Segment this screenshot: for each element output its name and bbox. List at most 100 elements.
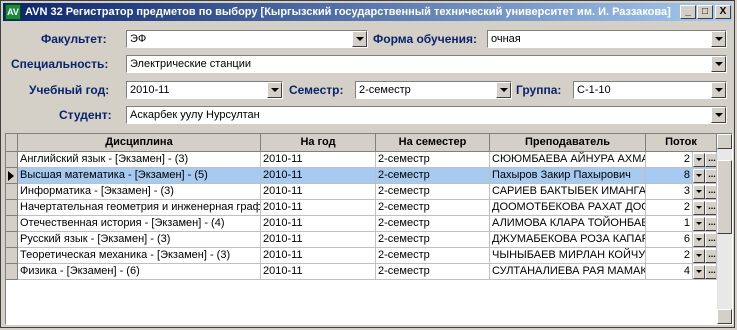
table-row[interactable]: Теоретическая механика - [Экзамен] - (3)…	[6, 248, 717, 264]
potok-dropdown-icon[interactable]	[693, 201, 705, 215]
cell-teacher[interactable]: ДООМОТБЕКОВА РАХАТ ДООМ	[490, 200, 646, 216]
ellipsis-button[interactable]: ...	[705, 217, 716, 231]
ellipsis-button[interactable]: ...	[705, 185, 716, 199]
cell-teacher[interactable]: САРИЕВ БАКТЫБЕК ИМАНГАЗИ	[490, 184, 646, 200]
student-combo[interactable]: Аскарбек уулу Нурсултан	[126, 106, 727, 124]
header-semester[interactable]: На семестер	[376, 134, 490, 152]
header-teacher[interactable]: Преподаватель	[490, 134, 646, 152]
cell-year[interactable]: 2010-11	[261, 152, 376, 168]
minimize-button[interactable]: _	[680, 5, 696, 19]
cell-discipline[interactable]: Теоретическая механика - [Экзамен] - (3)	[18, 248, 261, 264]
potok-dropdown-icon[interactable]	[693, 185, 705, 199]
scroll-up-button[interactable]	[717, 134, 732, 149]
table-row[interactable]: Высшая математика - [Экзамен] - (5) 2010-…	[6, 168, 717, 184]
cell-year[interactable]: 2010-11	[261, 168, 376, 184]
cell-teacher[interactable]: СЮЮМБАЕВА АЙНУРА АХМАТБЕ	[490, 152, 646, 168]
cell-year[interactable]: 2010-11	[261, 184, 376, 200]
cell-semester[interactable]: 2-семестр	[376, 184, 490, 200]
row-indicator[interactable]	[6, 168, 18, 184]
cell-year[interactable]: 2010-11	[261, 248, 376, 264]
year-combo[interactable]: 2010-11	[126, 81, 283, 99]
row-indicator[interactable]	[6, 264, 18, 280]
faculty-combo[interactable]: ЭФ	[126, 30, 368, 48]
table-row[interactable]: Начертательная геометрия и инженерная гр…	[6, 200, 717, 216]
potok-dropdown-icon[interactable]	[693, 233, 705, 247]
cell-teacher[interactable]: Пахыров Закир Пахырович	[490, 168, 646, 184]
cell-potok[interactable]: 2	[646, 152, 693, 168]
cell-potok[interactable]: 2	[646, 248, 693, 264]
cell-potok[interactable]: 4	[646, 264, 693, 280]
cell-potok[interactable]: 6	[646, 232, 693, 248]
row-indicator[interactable]	[6, 152, 18, 168]
semester-combo[interactable]: 2-семестр	[355, 81, 512, 99]
cell-semester[interactable]: 2-семестр	[376, 168, 490, 184]
ellipsis-button[interactable]: ...	[705, 201, 716, 215]
potok-dropdown-icon[interactable]	[693, 169, 705, 183]
row-indicator[interactable]	[6, 200, 18, 216]
cell-semester[interactable]: 2-семестр	[376, 200, 490, 216]
row-indicator[interactable]	[6, 248, 18, 264]
cell-year[interactable]: 2010-11	[261, 200, 376, 216]
cell-discipline[interactable]: Английский язык - [Экзамен] - (3)	[18, 152, 261, 168]
specialty-combo[interactable]: Электрические станции	[126, 55, 727, 73]
ellipsis-button[interactable]: ...	[705, 233, 716, 247]
close-button[interactable]: X	[715, 5, 731, 19]
ellipsis-button[interactable]: ...	[705, 153, 716, 167]
cell-discipline[interactable]: Физика - [Экзамен] - (6)	[18, 264, 261, 280]
table-row[interactable]: Отечественная история - [Экзамен] - (4) 2…	[6, 216, 717, 232]
potok-dropdown-icon[interactable]	[693, 217, 705, 231]
group-dropdown-icon[interactable]	[711, 82, 726, 98]
cell-potok[interactable]: 2	[646, 200, 693, 216]
table-row[interactable]: Информатика - [Экзамен] - (3) 2010-11 2-се…	[6, 184, 717, 200]
cell-discipline[interactable]: Русский язык - [Экзамен] - (3)	[18, 232, 261, 248]
cell-semester[interactable]: 2-семестр	[376, 264, 490, 280]
cell-discipline[interactable]: Высшая математика - [Экзамен] - (5)	[18, 168, 261, 184]
faculty-dropdown-icon[interactable]	[352, 31, 367, 47]
scroll-down-button[interactable]	[717, 309, 732, 324]
cell-potok[interactable]: 8	[646, 168, 693, 184]
title-bar[interactable]: AV AVN 32 Регистратор предметов по выбор…	[3, 3, 732, 21]
table-row[interactable]: Русский язык - [Экзамен] - (3) 2010-11 2-с…	[6, 232, 717, 248]
row-indicator[interactable]	[6, 232, 18, 248]
cell-year[interactable]: 2010-11	[261, 216, 376, 232]
specialty-dropdown-icon[interactable]	[711, 56, 726, 72]
cell-discipline[interactable]: Отечественная история - [Экзамен] - (4)	[18, 216, 261, 232]
cell-semester[interactable]: 2-семестр	[376, 216, 490, 232]
study-form-dropdown-icon[interactable]	[711, 31, 726, 47]
ellipsis-button[interactable]: ...	[705, 169, 716, 183]
row-indicator[interactable]	[6, 216, 18, 232]
cell-teacher[interactable]: ДЖУМАБЕКОВА РОЗА КАПАРО	[490, 232, 646, 248]
cell-year[interactable]: 2010-11	[261, 264, 376, 280]
ellipsis-button[interactable]: ...	[705, 249, 716, 263]
table-row[interactable]: Английский язык - [Экзамен] - (3) 2010-11…	[6, 152, 717, 168]
cell-potok[interactable]: 3	[646, 184, 693, 200]
header-discipline[interactable]: Дисциплина	[18, 134, 261, 152]
potok-dropdown-icon[interactable]	[693, 265, 705, 279]
student-dropdown-icon[interactable]	[711, 107, 726, 123]
group-combo[interactable]: С-1-10	[573, 81, 727, 99]
header-year[interactable]: На год	[261, 134, 376, 152]
potok-dropdown-icon[interactable]	[693, 153, 705, 167]
cell-teacher[interactable]: СУЛТАНАЛИЕВА РАЯ МАМАКЕЕ	[490, 264, 646, 280]
table-row[interactable]: Физика - [Экзамен] - (6) 2010-11 2-семестр…	[6, 264, 717, 280]
cell-discipline[interactable]: Начертательная геометрия и инженерная гр…	[18, 200, 261, 216]
cell-semester[interactable]: 2-семестр	[376, 248, 490, 264]
potok-dropdown-icon[interactable]	[693, 249, 705, 263]
cell-discipline[interactable]: Информатика - [Экзамен] - (3)	[18, 184, 261, 200]
header-potok[interactable]: Поток	[646, 134, 717, 152]
cell-semester[interactable]: 2-семестр	[376, 152, 490, 168]
row-indicator[interactable]	[6, 184, 18, 200]
vertical-scrollbar[interactable]	[717, 134, 732, 324]
maximize-button[interactable]: □	[697, 5, 713, 19]
disciplines-grid[interactable]: Дисциплина На год На семестер Преподават…	[5, 133, 733, 325]
year-dropdown-icon[interactable]	[267, 82, 282, 98]
cell-teacher[interactable]: АЛИМОВА КЛАРА ТОЙОНБАЕВА	[490, 216, 646, 232]
cell-potok[interactable]: 1	[646, 216, 693, 232]
ellipsis-button[interactable]: ...	[705, 265, 716, 279]
cell-teacher[interactable]: ЧЫНЫБАЕВ МИРЛАН КОЙЧУБЕ	[490, 248, 646, 264]
semester-dropdown-icon[interactable]	[496, 82, 511, 98]
study-form-combo[interactable]: очная	[487, 30, 727, 48]
scroll-thumb[interactable]	[717, 160, 732, 234]
cell-year[interactable]: 2010-11	[261, 232, 376, 248]
cell-semester[interactable]: 2-семестр	[376, 232, 490, 248]
